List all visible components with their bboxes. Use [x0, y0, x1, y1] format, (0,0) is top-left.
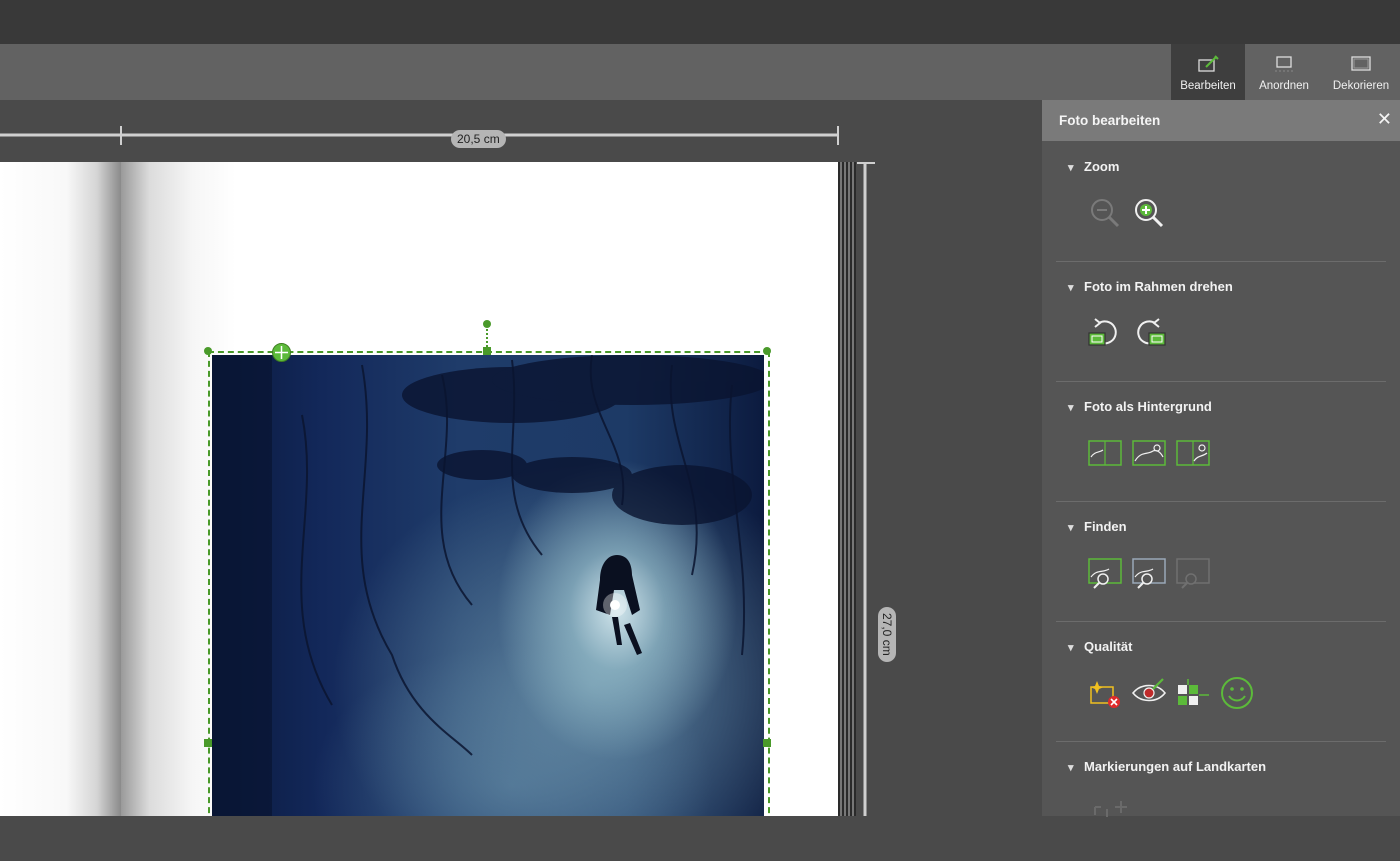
width-ruler: 20,5 cm	[0, 120, 1042, 150]
move-photo-icon[interactable]	[272, 343, 291, 362]
grid-icon[interactable]	[1175, 675, 1211, 711]
panel-title: Foto bearbeiten	[1059, 113, 1161, 128]
section-map-markers: Markierungen auf Landkarten	[1056, 741, 1386, 861]
decorate-icon	[1351, 56, 1371, 71]
arrange-icon	[1275, 56, 1293, 72]
background-full-icon[interactable]	[1131, 435, 1167, 471]
height-ruler-line	[857, 162, 875, 816]
resize-handle-top-left[interactable]	[204, 347, 212, 355]
rotate-handle[interactable]	[483, 320, 491, 328]
width-ruler-line	[0, 126, 839, 145]
smile-icon[interactable]	[1219, 675, 1255, 711]
resize-handle-top-right[interactable]	[763, 347, 771, 355]
section-rotate-title[interactable]: Foto im Rahmen drehen	[1068, 279, 1233, 294]
red-eye-icon[interactable]	[1131, 675, 1167, 711]
section-background-title[interactable]: Foto als Hintergrund	[1068, 399, 1212, 414]
photo-frame[interactable]	[204, 320, 771, 816]
tab-bearbeiten-label: Bearbeiten	[1180, 80, 1236, 92]
editor-canvas[interactable]: 20,5 cm 27,0 cm	[0, 100, 1042, 816]
height-dimension-label: 27,0 cm	[878, 607, 896, 662]
resize-handle-top[interactable]	[483, 347, 491, 355]
find-photo-icon[interactable]	[1087, 555, 1123, 591]
close-icon[interactable]: ✕	[1377, 109, 1392, 129]
tab-anordnen[interactable]: Anordnen	[1248, 44, 1320, 100]
find-similar-icon[interactable]	[1131, 555, 1167, 591]
resize-handle-right[interactable]	[763, 739, 771, 747]
rotate-left-icon[interactable]	[1087, 315, 1123, 351]
toolbar: Bearbeiten Anordnen Dekorieren	[0, 44, 1400, 100]
tab-dekorieren-label: Dekorieren	[1332, 80, 1390, 92]
map-marker-icon	[1094, 801, 1127, 817]
find-disabled-icon	[1176, 558, 1210, 589]
edit-photo-panel: Foto bearbeiten ✕ Zoom Foto im Rahmen dr…	[1042, 100, 1400, 817]
section-zoom: Zoom	[1056, 141, 1386, 262]
width-dimension-label: 20,5 cm	[451, 130, 506, 148]
auto-enhance-icon[interactable]	[1087, 675, 1123, 711]
tab-bearbeiten[interactable]: Bearbeiten	[1171, 44, 1245, 100]
resize-handle-left[interactable]	[204, 739, 212, 747]
tab-anordnen-label: Anordnen	[1259, 80, 1309, 92]
section-rotate: Foto im Rahmen drehen	[1056, 261, 1386, 382]
section-find: Finden	[1056, 501, 1386, 622]
page-edge	[838, 162, 856, 816]
title-bar	[0, 0, 1400, 44]
rotate-right-icon[interactable]	[1131, 315, 1167, 351]
panel-header: Foto bearbeiten ✕	[1042, 100, 1400, 141]
background-right-icon[interactable]	[1175, 435, 1211, 471]
photo-forest-cyclist[interactable]	[212, 355, 764, 816]
section-background: Foto als Hintergrund	[1056, 381, 1386, 502]
section-quality-title[interactable]: Qualität	[1068, 639, 1132, 654]
rotate-handle-stem	[486, 325, 490, 347]
photo-scene	[212, 355, 764, 816]
section-zoom-title[interactable]: Zoom	[1068, 159, 1119, 174]
zoom-in-icon[interactable]	[1131, 195, 1167, 231]
section-map-markers-title[interactable]: Markierungen auf Landkarten	[1068, 759, 1266, 774]
tab-dekorieren[interactable]: Dekorieren	[1324, 44, 1398, 100]
section-find-title[interactable]: Finden	[1068, 519, 1127, 534]
background-left-icon[interactable]	[1087, 435, 1123, 471]
edit-frame-icon	[1198, 55, 1219, 72]
left-book-page	[0, 162, 121, 816]
zoom-out-icon[interactable]	[1087, 195, 1123, 231]
section-quality: Qualität	[1056, 621, 1386, 742]
